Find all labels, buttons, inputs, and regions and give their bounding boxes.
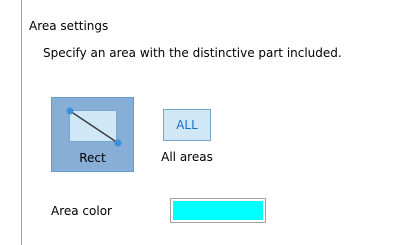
section-title: Area settings [29,19,109,33]
area-color-picker[interactable] [170,198,266,223]
all-areas-mode-button[interactable]: ALL All areas [149,97,225,172]
rect-mode-button[interactable]: Rect [51,97,134,172]
end-handle [114,139,122,147]
start-handle [66,107,74,115]
all-areas-icon: ALL [163,109,211,141]
all-areas-mode-label: All areas [161,150,213,164]
rect-select-icon [66,107,122,147]
section-description: Specify an area with the distinctive par… [43,46,342,60]
area-color-label: Area color [51,204,112,218]
panel-divider [21,0,22,245]
rect-mode-label: Rect [79,151,106,165]
area-settings-panel: Area settings Specify an area with the d… [0,0,414,245]
rect-diagonal-graphic [66,107,122,147]
area-color-fill [173,201,263,220]
diagonal-line [69,110,119,144]
